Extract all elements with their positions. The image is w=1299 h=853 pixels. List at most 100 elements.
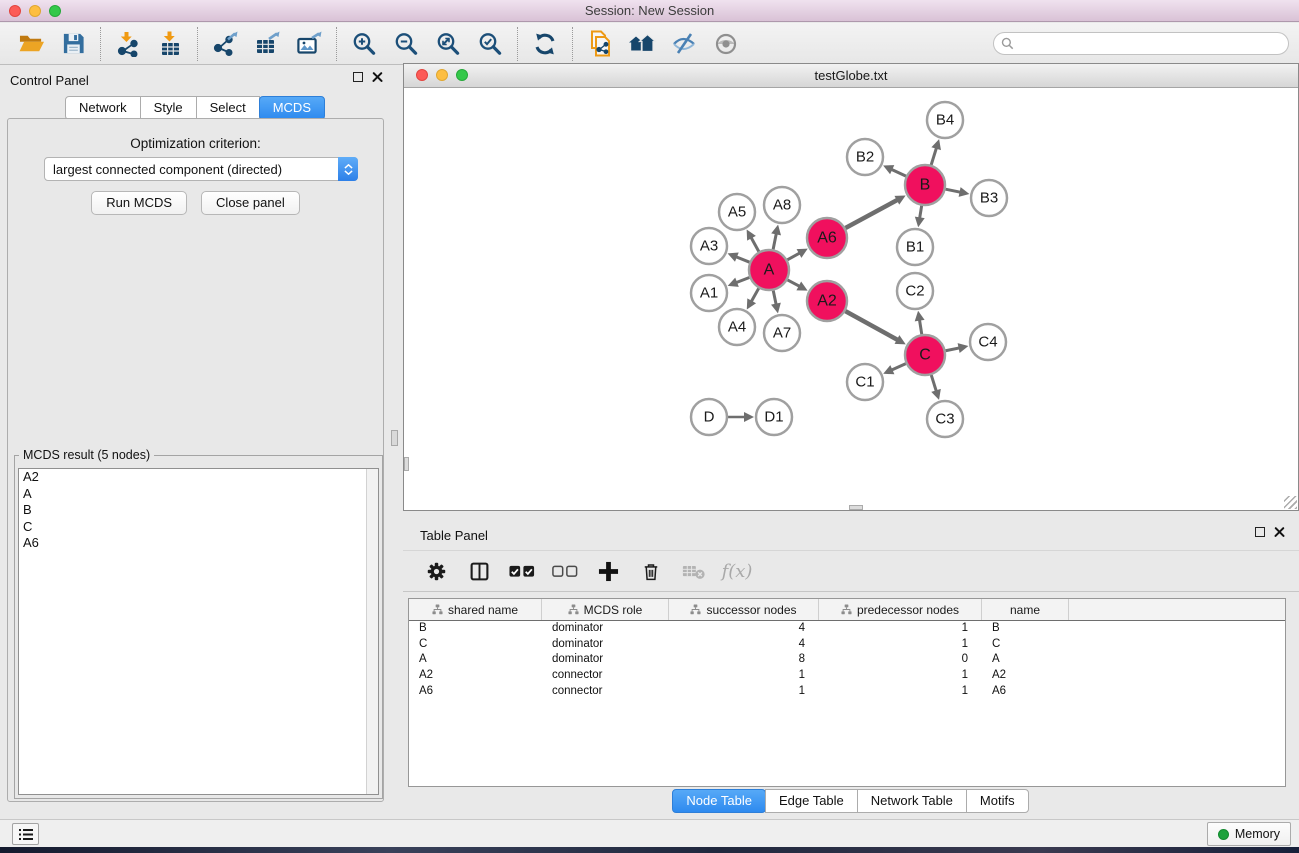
table-cell[interactable]: A — [409, 652, 542, 668]
column-header[interactable]: successor nodes — [669, 599, 819, 620]
zoom-selected-button[interactable] — [469, 26, 511, 62]
tab-node-table[interactable]: Node Table — [672, 789, 766, 813]
run-mcds-button[interactable]: Run MCDS — [91, 191, 187, 215]
tab-network[interactable]: Network — [65, 96, 141, 120]
table-cell[interactable]: 4 — [669, 621, 819, 637]
scroll-handle-left[interactable] — [404, 457, 409, 471]
close-panel-icon[interactable] — [372, 71, 383, 82]
tab-mcds[interactable]: MCDS — [259, 96, 325, 120]
delete-columns-button[interactable] — [634, 554, 668, 588]
graph-edge[interactable] — [845, 311, 898, 340]
graph-edge[interactable] — [773, 232, 776, 249]
list-scrollbar[interactable] — [366, 469, 378, 794]
table-cell[interactable]: dominator — [542, 637, 669, 653]
close-window-button[interactable] — [9, 5, 21, 17]
table-cell[interactable]: A6 — [409, 684, 542, 700]
create-column-button[interactable] — [591, 554, 625, 588]
table-cell[interactable]: 8 — [669, 652, 819, 668]
table-cell[interactable]: C — [982, 637, 1069, 653]
splitter-handle[interactable] — [391, 430, 398, 446]
table-cell[interactable]: dominator — [542, 652, 669, 668]
table-cell[interactable]: B — [982, 621, 1069, 637]
tab-style[interactable]: Style — [140, 96, 197, 120]
float-table-panel-icon[interactable] — [1255, 527, 1265, 537]
table-cell[interactable]: 1 — [819, 637, 982, 653]
column-header[interactable]: shared name — [409, 599, 542, 620]
tab-network-table[interactable]: Network Table — [857, 789, 967, 813]
graph-edge[interactable] — [773, 291, 776, 306]
table-cell[interactable]: A2 — [409, 668, 542, 684]
table-cell[interactable]: 0 — [819, 652, 982, 668]
graph-edge[interactable] — [845, 199, 898, 228]
tab-edge-table[interactable]: Edge Table — [765, 789, 858, 813]
network-canvas[interactable]: B4B2BB3A5A8A6B1A3AC2A1A2A4A7C4CC1C3DD1 — [404, 88, 1298, 510]
tab-motifs[interactable]: Motifs — [966, 789, 1029, 813]
graph-edge[interactable] — [931, 147, 937, 165]
graph-edge[interactable] — [735, 256, 750, 262]
table-row[interactable]: A6connector11A6 — [409, 684, 1285, 700]
deselect-all-button[interactable] — [548, 554, 582, 588]
criterion-dropdown[interactable]: largest connected component (directed) — [44, 157, 358, 181]
export-image-button[interactable] — [288, 26, 330, 62]
task-history-button[interactable] — [12, 823, 39, 845]
graph-edge[interactable] — [931, 375, 936, 392]
export-table-button[interactable] — [246, 26, 288, 62]
list-item[interactable]: C — [19, 519, 378, 536]
table-cell[interactable]: C — [409, 637, 542, 653]
graph-edge[interactable] — [919, 319, 921, 335]
table-cell[interactable]: connector — [542, 684, 669, 700]
table-cell[interactable]: 1 — [669, 668, 819, 684]
column-header[interactable]: MCDS role — [542, 599, 669, 620]
graph-edge[interactable] — [751, 237, 759, 252]
table-settings-button[interactable] — [419, 554, 453, 588]
graph-edge[interactable] — [890, 169, 906, 176]
zoom-fit-button[interactable] — [427, 26, 469, 62]
hide-panels-button[interactable] — [663, 26, 705, 62]
network-close-button[interactable] — [416, 69, 428, 81]
graph-edge[interactable] — [751, 288, 759, 302]
export-network-button[interactable] — [204, 26, 246, 62]
apply-layout-button[interactable] — [524, 26, 566, 62]
scroll-handle-bottom[interactable] — [849, 505, 863, 510]
table-row[interactable]: Cdominator41C — [409, 637, 1285, 653]
search-input[interactable] — [1014, 34, 1288, 53]
function-builder-button[interactable]: f(x) — [720, 554, 754, 588]
float-panel-icon[interactable] — [353, 72, 363, 82]
save-session-button[interactable] — [52, 26, 94, 62]
graph-edge[interactable] — [946, 348, 961, 351]
memory-button[interactable]: Memory — [1207, 822, 1291, 846]
table-cell[interactable]: 1 — [819, 668, 982, 684]
column-header[interactable]: predecessor nodes — [819, 599, 982, 620]
column-header[interactable]: name — [982, 599, 1069, 620]
tab-select[interactable]: Select — [196, 96, 260, 120]
table-cell[interactable]: dominator — [542, 621, 669, 637]
list-item[interactable]: A2 — [19, 469, 378, 486]
table-row[interactable]: A2connector11A2 — [409, 668, 1285, 684]
zoom-window-button[interactable] — [49, 5, 61, 17]
minimize-window-button[interactable] — [29, 5, 41, 17]
select-all-button[interactable] — [505, 554, 539, 588]
table-cell[interactable]: A6 — [982, 684, 1069, 700]
show-columns-button[interactable] — [462, 554, 496, 588]
network-minimize-button[interactable] — [436, 69, 448, 81]
delete-table-button[interactable] — [677, 554, 711, 588]
network-zoom-button[interactable] — [456, 69, 468, 81]
graph-edge[interactable] — [788, 280, 801, 287]
list-item[interactable]: A — [19, 486, 378, 503]
resize-grip-icon[interactable] — [1284, 496, 1297, 509]
table-row[interactable]: Adominator80A — [409, 652, 1285, 668]
graph-edge[interactable] — [735, 278, 749, 283]
show-panels-button[interactable] — [705, 26, 747, 62]
table-cell[interactable]: 4 — [669, 637, 819, 653]
table-cell[interactable]: 1 — [819, 684, 982, 700]
import-network-button[interactable] — [107, 26, 149, 62]
duplicate-network-button[interactable] — [579, 26, 621, 62]
table-row[interactable]: Bdominator41B — [409, 621, 1285, 637]
open-file-button[interactable] — [10, 26, 52, 62]
graph-edge[interactable] — [919, 206, 921, 220]
close-table-panel-icon[interactable] — [1274, 526, 1285, 537]
graph-edge[interactable] — [891, 364, 906, 371]
import-table-button[interactable] — [149, 26, 191, 62]
table-cell[interactable]: 1 — [669, 684, 819, 700]
table-cell[interactable]: B — [409, 621, 542, 637]
